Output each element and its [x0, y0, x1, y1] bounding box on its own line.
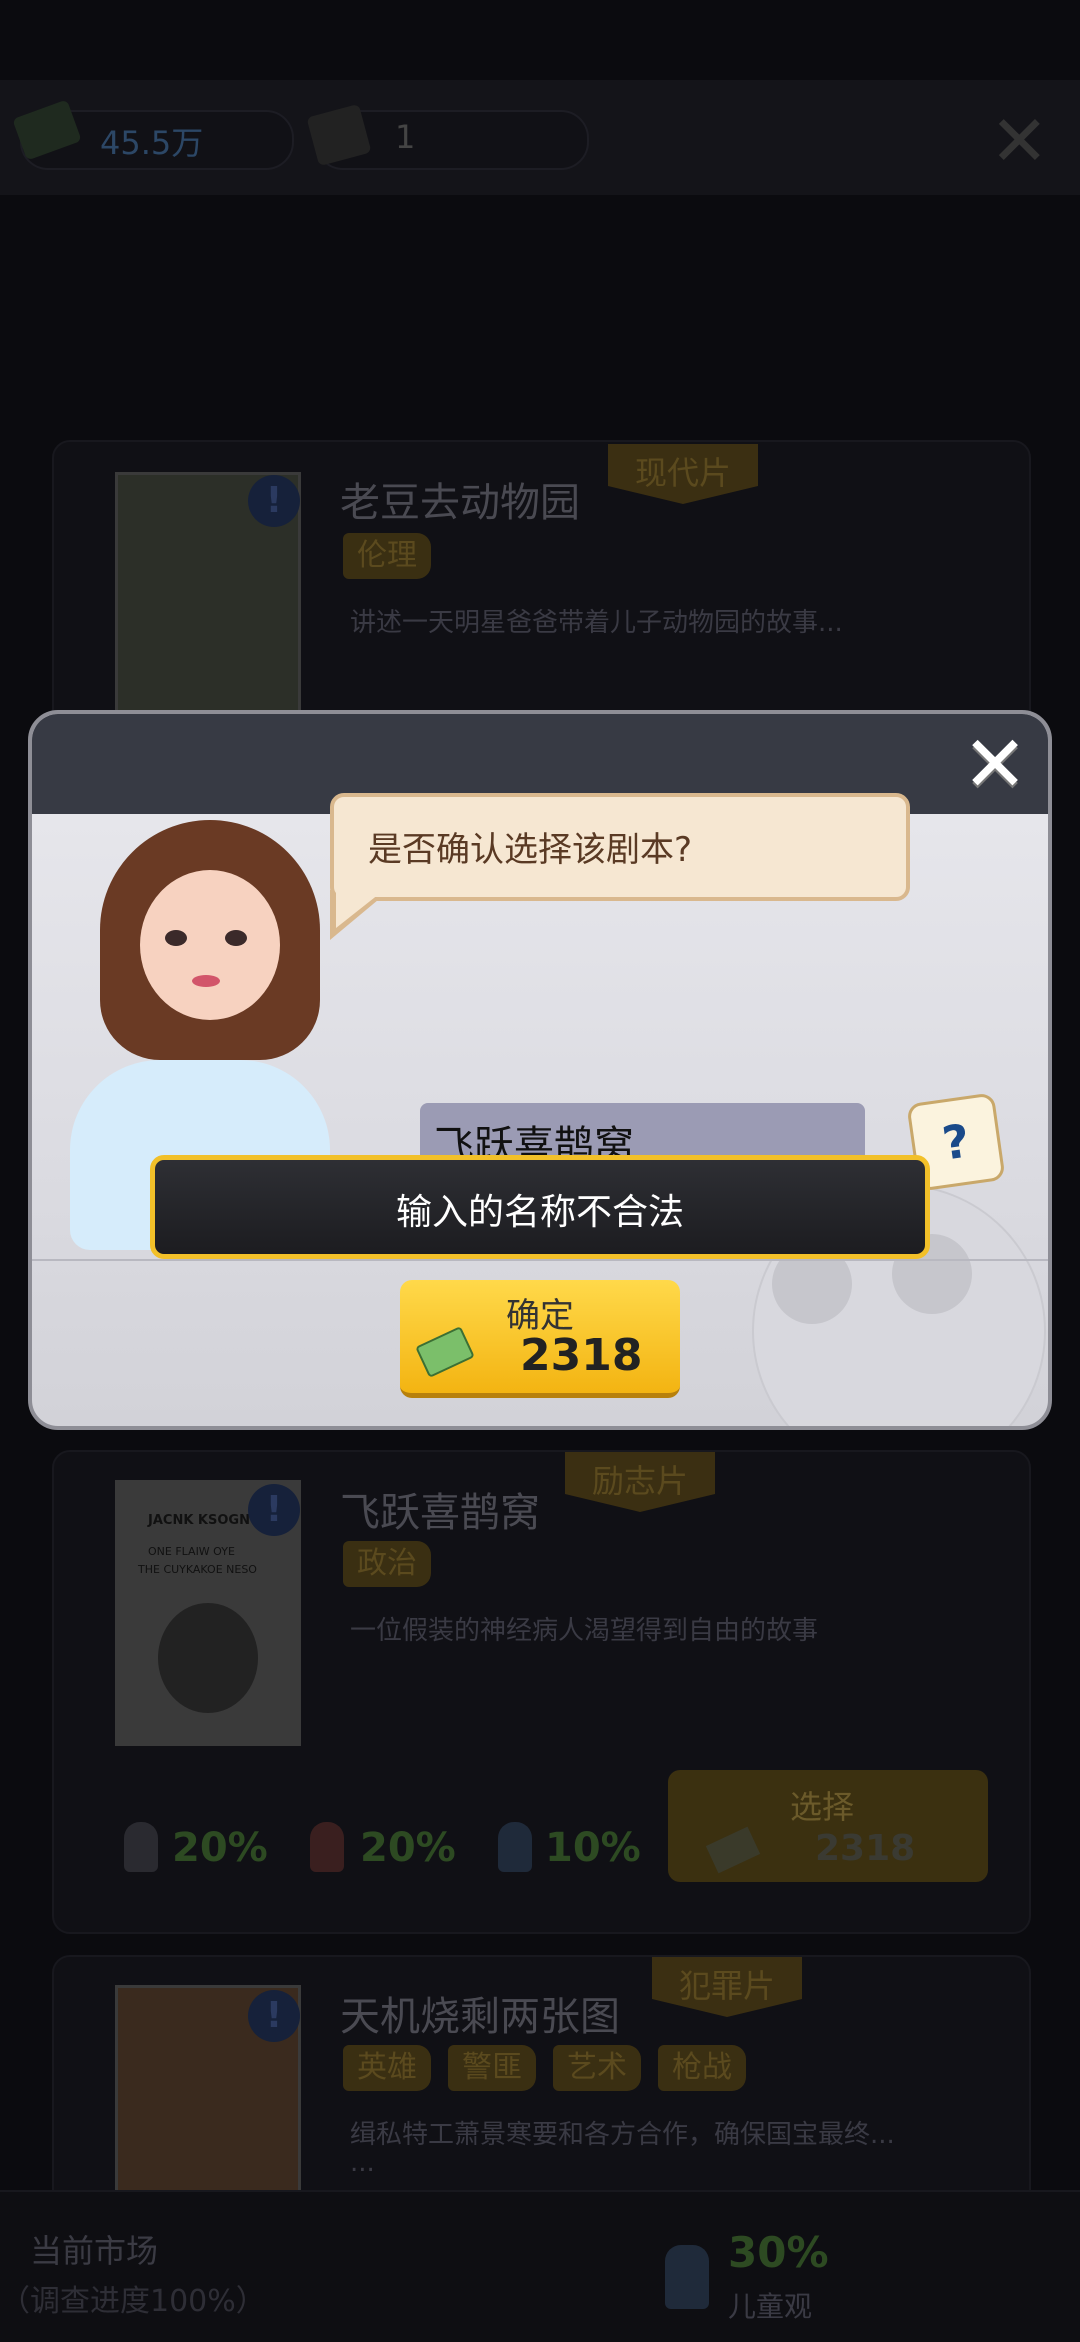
audience-male-icon	[124, 1822, 158, 1872]
character-eye	[225, 930, 247, 946]
select-cost: 2318	[815, 1828, 916, 1869]
audience-child-icon	[498, 1822, 532, 1872]
audience-pct: 20%	[360, 1825, 456, 1871]
card-desc-cont: ...	[350, 2148, 375, 2178]
card-title: 老豆去动物园	[340, 480, 580, 526]
market-label: 当前市场	[30, 2232, 159, 2270]
money-value: 45.5万	[100, 124, 204, 162]
audience-child-icon	[665, 2245, 709, 2309]
tag: 英雄	[343, 2045, 431, 2091]
info-icon[interactable]: !	[248, 1990, 300, 2042]
card-title: 飞跃喜鹊窝	[340, 1490, 540, 1536]
character-eye	[165, 930, 187, 946]
script-count: 1	[395, 118, 416, 156]
tag: 政治	[343, 1541, 431, 1587]
select-label: 选择	[790, 1788, 855, 1826]
poster-text: THE CUYKAKOE NESO	[138, 1563, 257, 1576]
card-desc: 一位假装的神经病人渴望得到自由的故事	[350, 1616, 819, 1646]
page-close-icon[interactable]: ✕	[990, 100, 1049, 182]
market-progress: （调查进度100%）	[0, 2284, 266, 2319]
tag: 枪战	[658, 2045, 746, 2091]
audience-pct: 10%	[545, 1825, 641, 1871]
divider	[32, 1259, 1048, 1261]
confirm-cost: 2318	[520, 1330, 643, 1381]
poster-figure	[158, 1603, 258, 1713]
audience-female-icon	[310, 1822, 344, 1872]
error-message: 输入的名称不合法	[395, 1192, 684, 1233]
tag: 艺术	[553, 2045, 641, 2091]
card-title: 天机烧剩两张图	[340, 1994, 620, 2040]
audience-pct: 20%	[172, 1825, 268, 1871]
character-lips	[192, 975, 220, 987]
market-audience: 儿童观	[728, 2290, 813, 2323]
speech-bubble-tail-inner	[336, 890, 384, 928]
market-pct: 30%	[728, 2228, 829, 2277]
info-icon[interactable]: !	[248, 1484, 300, 1536]
dialog-question: 是否确认选择该剧本?	[368, 830, 693, 870]
info-icon[interactable]: !	[248, 475, 300, 527]
dialog-close-icon[interactable]: ✕	[960, 726, 1030, 804]
tag: 警匪	[448, 2045, 536, 2091]
card-desc: 缉私特工萧景寒要和各方合作，确保国宝最终...	[350, 2120, 895, 2150]
character-face	[140, 870, 280, 1020]
tag: 伦理	[343, 533, 431, 579]
poster-text: ONE FLAIW OYE	[148, 1545, 235, 1558]
card-desc: 讲述一天明星爸爸带着儿子动物园的故事...	[350, 608, 843, 638]
